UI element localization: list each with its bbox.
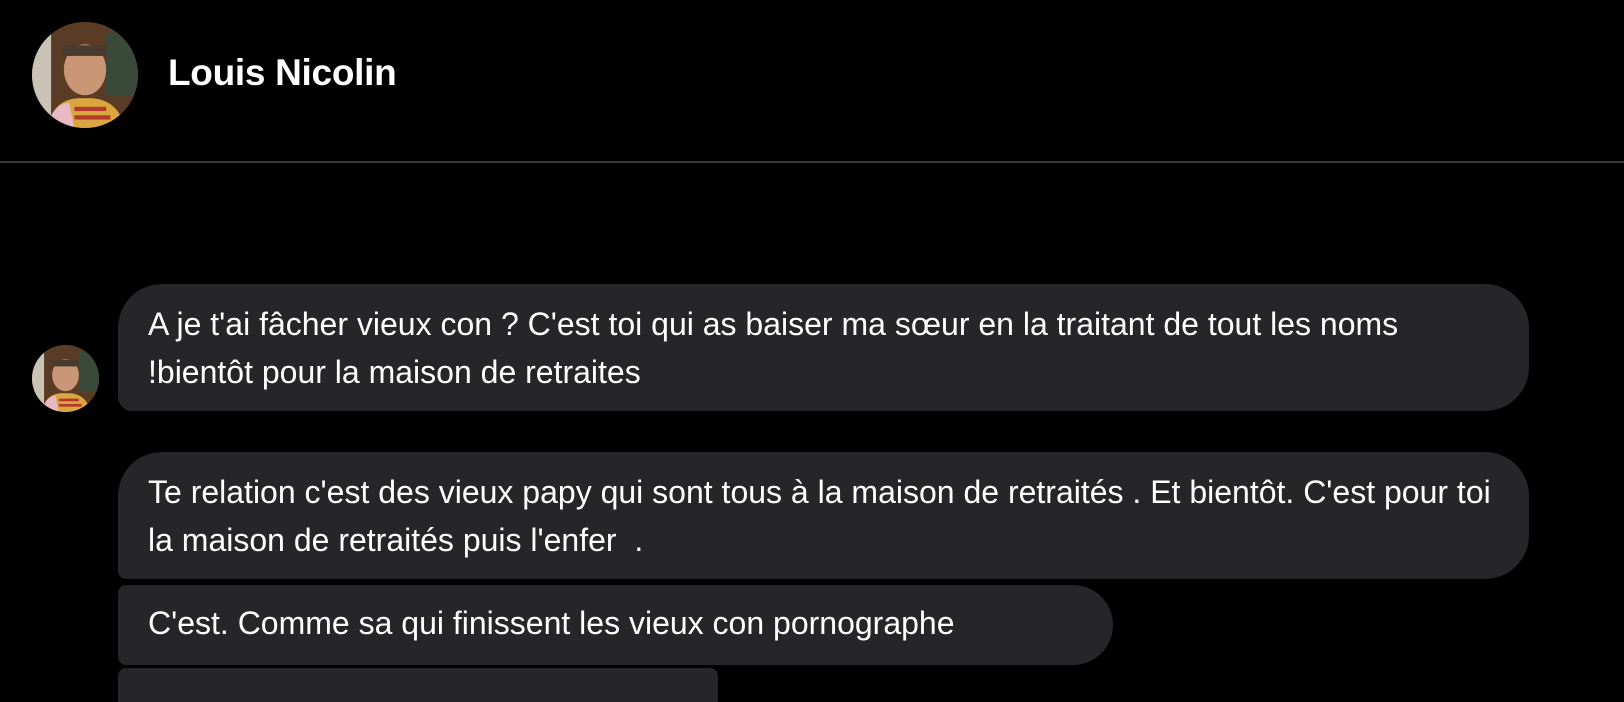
- profile-photo-icon: [32, 345, 99, 412]
- message-bubble-partial[interactable]: [118, 668, 718, 702]
- message-thread: A je t'ai fâcher vieux con ? C'est toi q…: [0, 163, 1624, 702]
- profile-photo-icon: [32, 22, 138, 128]
- message-bubble[interactable]: Te relation c'est des vieux papy qui son…: [118, 452, 1529, 579]
- contact-name[interactable]: Louis Nicolin: [168, 52, 397, 94]
- contact-avatar[interactable]: [32, 22, 138, 128]
- message-bubble[interactable]: C'est. Comme sa qui finissent les vieux …: [118, 585, 1113, 665]
- sender-avatar[interactable]: [32, 345, 99, 412]
- conversation-header: Louis Nicolin: [0, 0, 1624, 163]
- message-bubble[interactable]: A je t'ai fâcher vieux con ? C'est toi q…: [118, 284, 1529, 411]
